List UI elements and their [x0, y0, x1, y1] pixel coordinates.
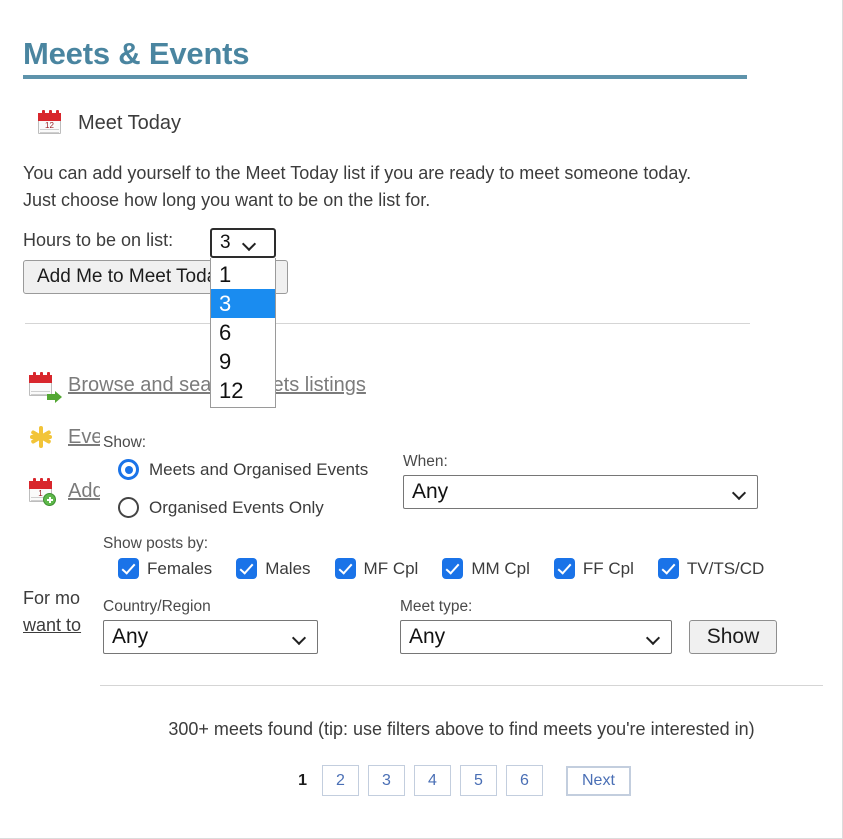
results-summary: 300+ meets found (tip: use filters above…: [168, 719, 755, 739]
calendar-plus-icon: 1: [28, 478, 56, 506]
when-label: When:: [403, 453, 448, 470]
checkbox-checked-icon[interactable]: [442, 558, 464, 579]
pagination-current-page: 1: [298, 771, 307, 789]
checkbox-checked-icon[interactable]: [334, 558, 356, 579]
meet-type-select[interactable]: Any: [400, 620, 672, 654]
hours-option-9[interactable]: 9: [211, 347, 275, 376]
when-select[interactable]: Any: [403, 475, 758, 509]
hours-row: Hours to be on list:: [23, 230, 173, 251]
posts-by-checkbox-row: Females Males MF Cpl MM Cpl FF Cpl TV/TS…: [118, 558, 788, 579]
checkbox-checked-icon[interactable]: [657, 558, 679, 579]
title-underline-rule: [23, 75, 747, 79]
divider-top: [25, 323, 750, 324]
hours-option-6[interactable]: 6: [211, 318, 275, 347]
meet-today-intro-text: You can add yourself to the Meet Today l…: [23, 163, 692, 210]
chevron-down-icon: [733, 485, 747, 499]
country-region-select[interactable]: Any: [103, 620, 318, 654]
star-icon: [28, 424, 54, 450]
pagination-page-4[interactable]: 4: [414, 765, 451, 796]
country-select-value: Any: [112, 625, 149, 648]
show-label: Show:: [103, 434, 147, 451]
pagination-next-button[interactable]: Next: [566, 765, 631, 796]
hours-label: Hours to be on list:: [23, 230, 174, 250]
checkbox-checked-icon[interactable]: [553, 558, 575, 579]
checkbox-item-mf-cpl[interactable]: MF Cpl: [334, 558, 419, 579]
checkbox-label-tv-ts-cd: TV/TS/CD: [686, 558, 765, 578]
pagination: 1 2 3 4 5 6 Next: [100, 765, 823, 796]
pagination-page-6[interactable]: 6: [506, 765, 543, 796]
show-button[interactable]: Show: [689, 620, 777, 654]
radio-meets-and-organised-events[interactable]: Meets and Organised Events: [118, 459, 368, 480]
meet-today-heading-row: 12 Meet Today: [37, 110, 181, 136]
chevron-down-icon: [647, 630, 661, 644]
checkbox-label-ff-cpl: FF Cpl: [582, 558, 634, 578]
checkbox-label-mf-cpl: MF Cpl: [363, 558, 419, 578]
pagination-page-2[interactable]: 2: [322, 765, 359, 796]
add-link[interactable]: Add: [68, 480, 104, 503]
chevron-down-icon: [243, 236, 257, 250]
radio-unselected-icon[interactable]: [118, 497, 139, 518]
meet-today-title: Meet Today: [78, 111, 182, 134]
meet-type-select-value: Any: [409, 625, 446, 648]
checkbox-checked-icon[interactable]: [236, 558, 258, 579]
hours-select-trigger[interactable]: 3: [210, 228, 276, 258]
chevron-down-icon: [293, 630, 307, 644]
checkbox-item-mm-cpl[interactable]: MM Cpl: [442, 558, 530, 579]
footer-note-link[interactable]: want to: [23, 615, 81, 635]
radio-organised-events-only[interactable]: Organised Events Only: [118, 497, 324, 518]
hours-option-3[interactable]: 3: [211, 289, 275, 318]
hours-select-value: 3: [220, 232, 231, 253]
radio-label-meets-and-events: Meets and Organised Events: [149, 459, 369, 479]
checkbox-label-mm-cpl: MM Cpl: [471, 558, 530, 578]
calendar-icon: 12: [37, 110, 63, 136]
when-select-value: Any: [412, 480, 449, 503]
meet-type-label: Meet type:: [400, 598, 473, 615]
hours-option-1[interactable]: 1: [211, 260, 275, 289]
filter-panel: Show: Meets and Organised Events Organis…: [100, 428, 823, 663]
radio-label-organised-only: Organised Events Only: [149, 497, 324, 517]
checkbox-item-tv-ts-cd[interactable]: TV/TS/CD: [657, 558, 765, 579]
add-link-row[interactable]: 1 Add: [28, 478, 104, 506]
hours-select-options-list: 1 3 6 9 12: [210, 258, 276, 408]
hours-option-12[interactable]: 12: [211, 376, 275, 405]
page-title: Meets & Events: [23, 36, 250, 71]
browse-meets-link-row[interactable]: Browse and search Meets listings: [28, 372, 366, 403]
calendar-arrow-icon: [28, 372, 62, 403]
show-posts-by-label: Show posts by:: [103, 535, 209, 552]
radio-selected-icon[interactable]: [118, 459, 139, 480]
pagination-page-3[interactable]: 3: [368, 765, 405, 796]
country-region-label: Country/Region: [103, 598, 211, 615]
checkbox-label-males: Males: [265, 558, 311, 578]
checkbox-item-males[interactable]: Males: [236, 558, 311, 579]
page-container: Meets & Events 12 Meet Today You can add…: [0, 0, 843, 839]
pagination-page-5[interactable]: 5: [460, 765, 497, 796]
checkbox-checked-icon[interactable]: [118, 558, 139, 579]
checkbox-item-females[interactable]: Females: [118, 558, 212, 579]
checkbox-label-females: Females: [147, 558, 213, 578]
checkbox-item-ff-cpl[interactable]: FF Cpl: [553, 558, 634, 579]
divider-results: [100, 685, 823, 686]
